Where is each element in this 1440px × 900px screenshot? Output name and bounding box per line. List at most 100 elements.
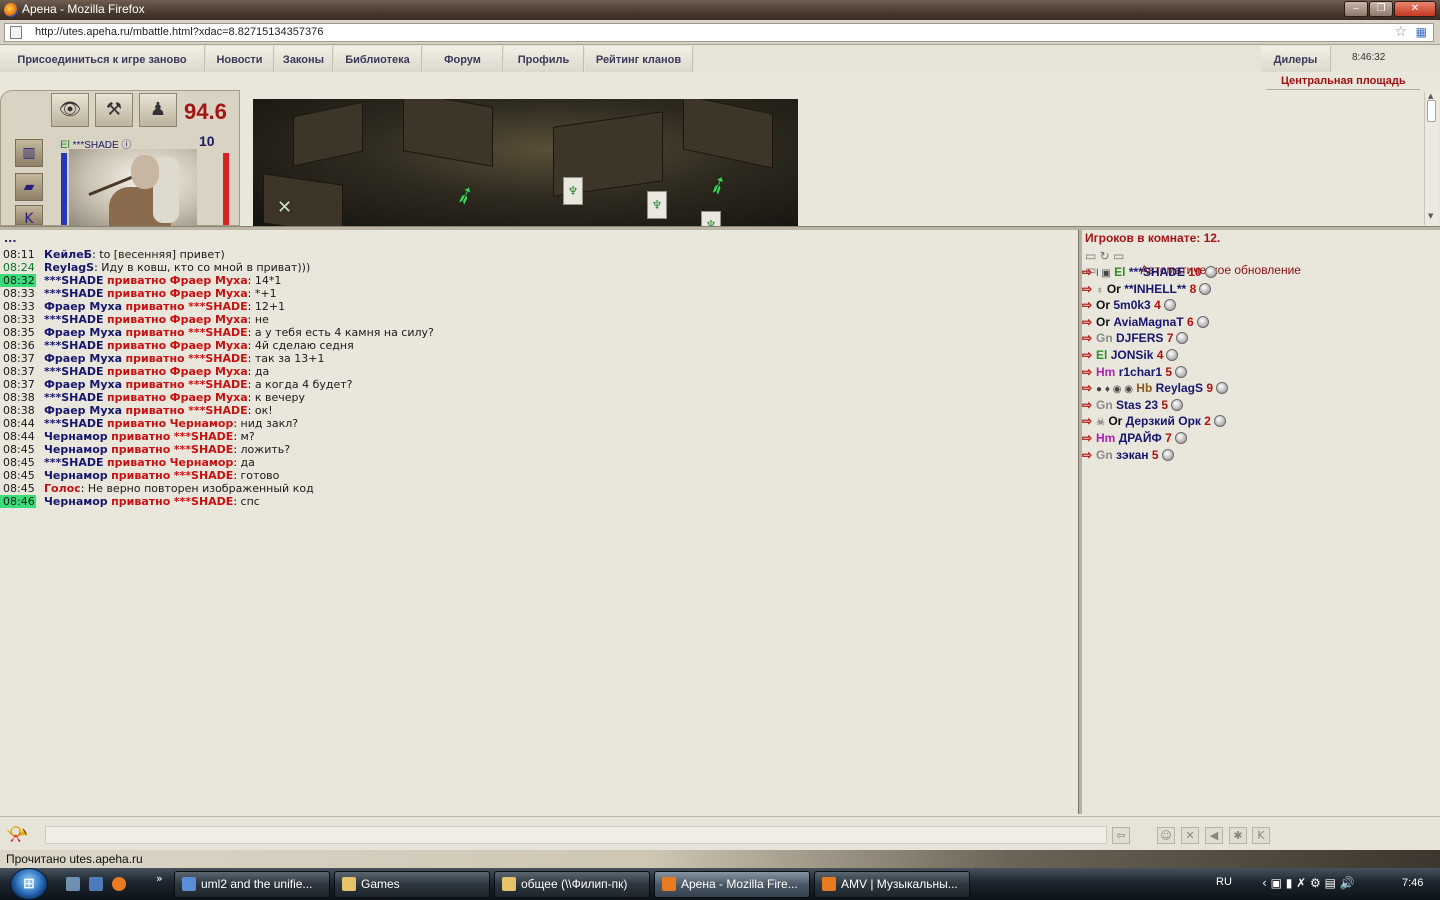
player-badges-icon[interactable]: ♁ (1096, 285, 1104, 296)
message-author[interactable]: ***SHADE (44, 274, 104, 287)
player-name[interactable]: AviaMagnaT (1113, 315, 1183, 329)
scene-banner[interactable]: ♆ (563, 177, 583, 205)
player-name[interactable]: Дерзкий Орк (1126, 414, 1201, 428)
top-scrollbar[interactable]: ▲ ▼ (1424, 92, 1438, 225)
nav-clan-rating[interactable]: Рейтинг кланов (585, 46, 693, 72)
private-arrow-icon[interactable]: ⇨ (1082, 264, 1096, 280)
scene-marker-arrow[interactable]: ➶ (703, 168, 733, 202)
info-icon[interactable] (1163, 299, 1176, 312)
system-tray[interactable]: ‹ ▣ ▮ ✗ ⚙ ▤ 🔊 (1262, 876, 1355, 890)
player-badges-icon[interactable]: ǀ ▣ (1096, 268, 1111, 279)
message-author[interactable]: Фраер Муха (44, 326, 122, 339)
chat-more-link[interactable]: ... (4, 232, 17, 245)
message-recipient[interactable]: Фраер Муха (170, 339, 248, 352)
player-name[interactable]: JONSik (1111, 348, 1154, 362)
player-name[interactable]: DJFERS (1116, 331, 1163, 345)
message-recipient[interactable]: ***SHADE (174, 443, 234, 456)
scene-marker-arrow[interactable]: ➶ (451, 178, 479, 211)
player-row[interactable]: ⇨ Hm r1char1 5 (1082, 364, 1188, 380)
player-row[interactable]: ⇨ Gn зэкан 5 (1082, 447, 1174, 463)
player-row[interactable]: ⇨ Gn Stas 23 5 (1082, 397, 1184, 413)
private-arrow-icon[interactable]: ⇨ (1082, 397, 1096, 413)
info-icon[interactable] (1199, 282, 1212, 295)
feed-icon[interactable]: ▦ (1416, 25, 1427, 39)
message-recipient[interactable]: ***SHADE (188, 326, 248, 339)
info-icon[interactable] (1204, 266, 1217, 278)
spellbook-icon[interactable]: ▥ (15, 139, 43, 167)
player-row[interactable]: ⇨ Hm ДРАЙФ 7 (1082, 430, 1187, 446)
player-row[interactable]: ⇨ ● ♦ ◉ ◉ Hb ReylagS 9 (1082, 380, 1229, 396)
private-arrow-icon[interactable]: ⇨ (1082, 430, 1096, 446)
player-name[interactable]: r1char1 (1119, 365, 1162, 379)
private-arrow-icon[interactable]: ⇨ (1082, 281, 1096, 297)
nav-news[interactable]: Новости (206, 46, 274, 72)
message-recipient[interactable]: ***SHADE (174, 430, 234, 443)
url-bar[interactable]: http://utes.apeha.ru/mbattle.html?xdac=8… (4, 23, 1434, 42)
private-arrow-icon[interactable]: ⇨ (1082, 364, 1096, 380)
message-recipient[interactable]: ***SHADE (188, 352, 248, 365)
player-row[interactable]: ⇨ El JONSik 4 (1082, 347, 1179, 363)
close-button[interactable]: ✕ (1394, 1, 1436, 17)
private-arrow-icon[interactable]: ⇨ (1082, 447, 1096, 463)
message-recipient[interactable]: Чернамор (170, 456, 234, 469)
show-desktop-icon[interactable] (66, 877, 80, 891)
info-icon[interactable] (1174, 432, 1187, 444)
message-author[interactable]: Чернамор (44, 495, 108, 508)
message-author[interactable]: ***SHADE (44, 287, 104, 300)
taskbar-task[interactable]: Арена - Mozilla Fire... (654, 871, 810, 898)
private-arrow-icon[interactable]: ⇨ (1082, 297, 1096, 313)
message-author[interactable]: Чернамор (44, 443, 108, 456)
quicklaunch-more-icon[interactable]: » (156, 872, 163, 885)
player-name[interactable]: зэкан (1116, 448, 1149, 462)
book-icon[interactable]: ▰ (15, 173, 43, 201)
nav-laws[interactable]: Законы (275, 46, 333, 72)
message-author[interactable]: Чернамор (44, 430, 108, 443)
player-row[interactable]: ⇨ ☠ Or Дерзкий Орк 2 (1082, 413, 1226, 429)
firefox-quicklaunch-icon[interactable] (112, 877, 126, 891)
message-author[interactable]: Фраер Муха (44, 404, 122, 417)
info-icon[interactable] (1175, 365, 1188, 378)
send-back-icon[interactable]: ⇦ (1112, 827, 1130, 844)
language-indicator[interactable]: RU (1216, 876, 1232, 888)
scroll-down-icon[interactable]: ▼ (1428, 212, 1433, 220)
bookmark-star-icon[interactable]: ☆ (1394, 24, 1407, 40)
k-button-icon[interactable]: K (1252, 827, 1270, 844)
player-row[interactable]: ⇨ Or 5m0k3 4 (1082, 297, 1176, 313)
info-icon[interactable] (1161, 448, 1174, 461)
minimize-button[interactable]: ‒ (1344, 1, 1368, 17)
scene-banner[interactable]: ♆ (647, 191, 667, 219)
message-author[interactable]: ***SHADE (44, 456, 104, 469)
private-arrow-icon[interactable]: ⇨ (1082, 413, 1096, 429)
nav-library[interactable]: Библиотека (334, 46, 422, 72)
nav-forum[interactable]: Форум (423, 46, 503, 72)
message-author[interactable]: Фраер Муха (44, 378, 122, 391)
player-row[interactable]: ⇨ ♁ Or **INHELL** 8 (1082, 281, 1212, 297)
message-author[interactable]: ***SHADE (44, 313, 104, 326)
scroll-thumb[interactable] (1427, 100, 1436, 122)
wizard-icon[interactable]: ♟ (139, 93, 177, 127)
message-author[interactable]: Голос (44, 482, 81, 495)
start-button[interactable]: ⊞ (10, 868, 48, 900)
player-row[interactable]: ⇨ Or AviaMagnaT 6 (1082, 314, 1209, 330)
clear-icon[interactable]: ✕ (1181, 827, 1199, 844)
info-icon[interactable] (1216, 382, 1229, 395)
player-name[interactable]: ***SHADE (1129, 265, 1185, 279)
message-recipient[interactable]: Фраер Муха (170, 274, 248, 287)
player-row[interactable]: ⇨ ǀ ▣ El ***SHADE 10 (1082, 264, 1217, 280)
sound-icon[interactable]: ◀ (1205, 827, 1223, 844)
player-row[interactable]: ⇨ Gn DJFERS 7 (1082, 330, 1189, 346)
player-name[interactable]: ReylagS (1156, 381, 1203, 395)
player-name[interactable]: Stas 23 (1116, 398, 1158, 412)
info-icon[interactable] (1166, 349, 1179, 361)
message-author[interactable]: ***SHADE (44, 417, 104, 430)
player-badges-icon[interactable]: ☠ (1096, 417, 1105, 428)
taskbar-task[interactable]: общее (\\Филип-пк) (494, 871, 650, 898)
message-recipient[interactable]: Чернамор (170, 417, 234, 430)
info-icon[interactable] (1171, 398, 1184, 411)
maximize-button[interactable]: ❐ (1369, 1, 1393, 17)
switch-windows-icon[interactable] (89, 877, 103, 891)
private-arrow-icon[interactable]: ⇨ (1082, 380, 1096, 396)
info-icon[interactable] (1196, 315, 1209, 328)
k-icon[interactable]: K (15, 205, 43, 227)
nav-profile[interactable]: Профиль (504, 46, 584, 72)
